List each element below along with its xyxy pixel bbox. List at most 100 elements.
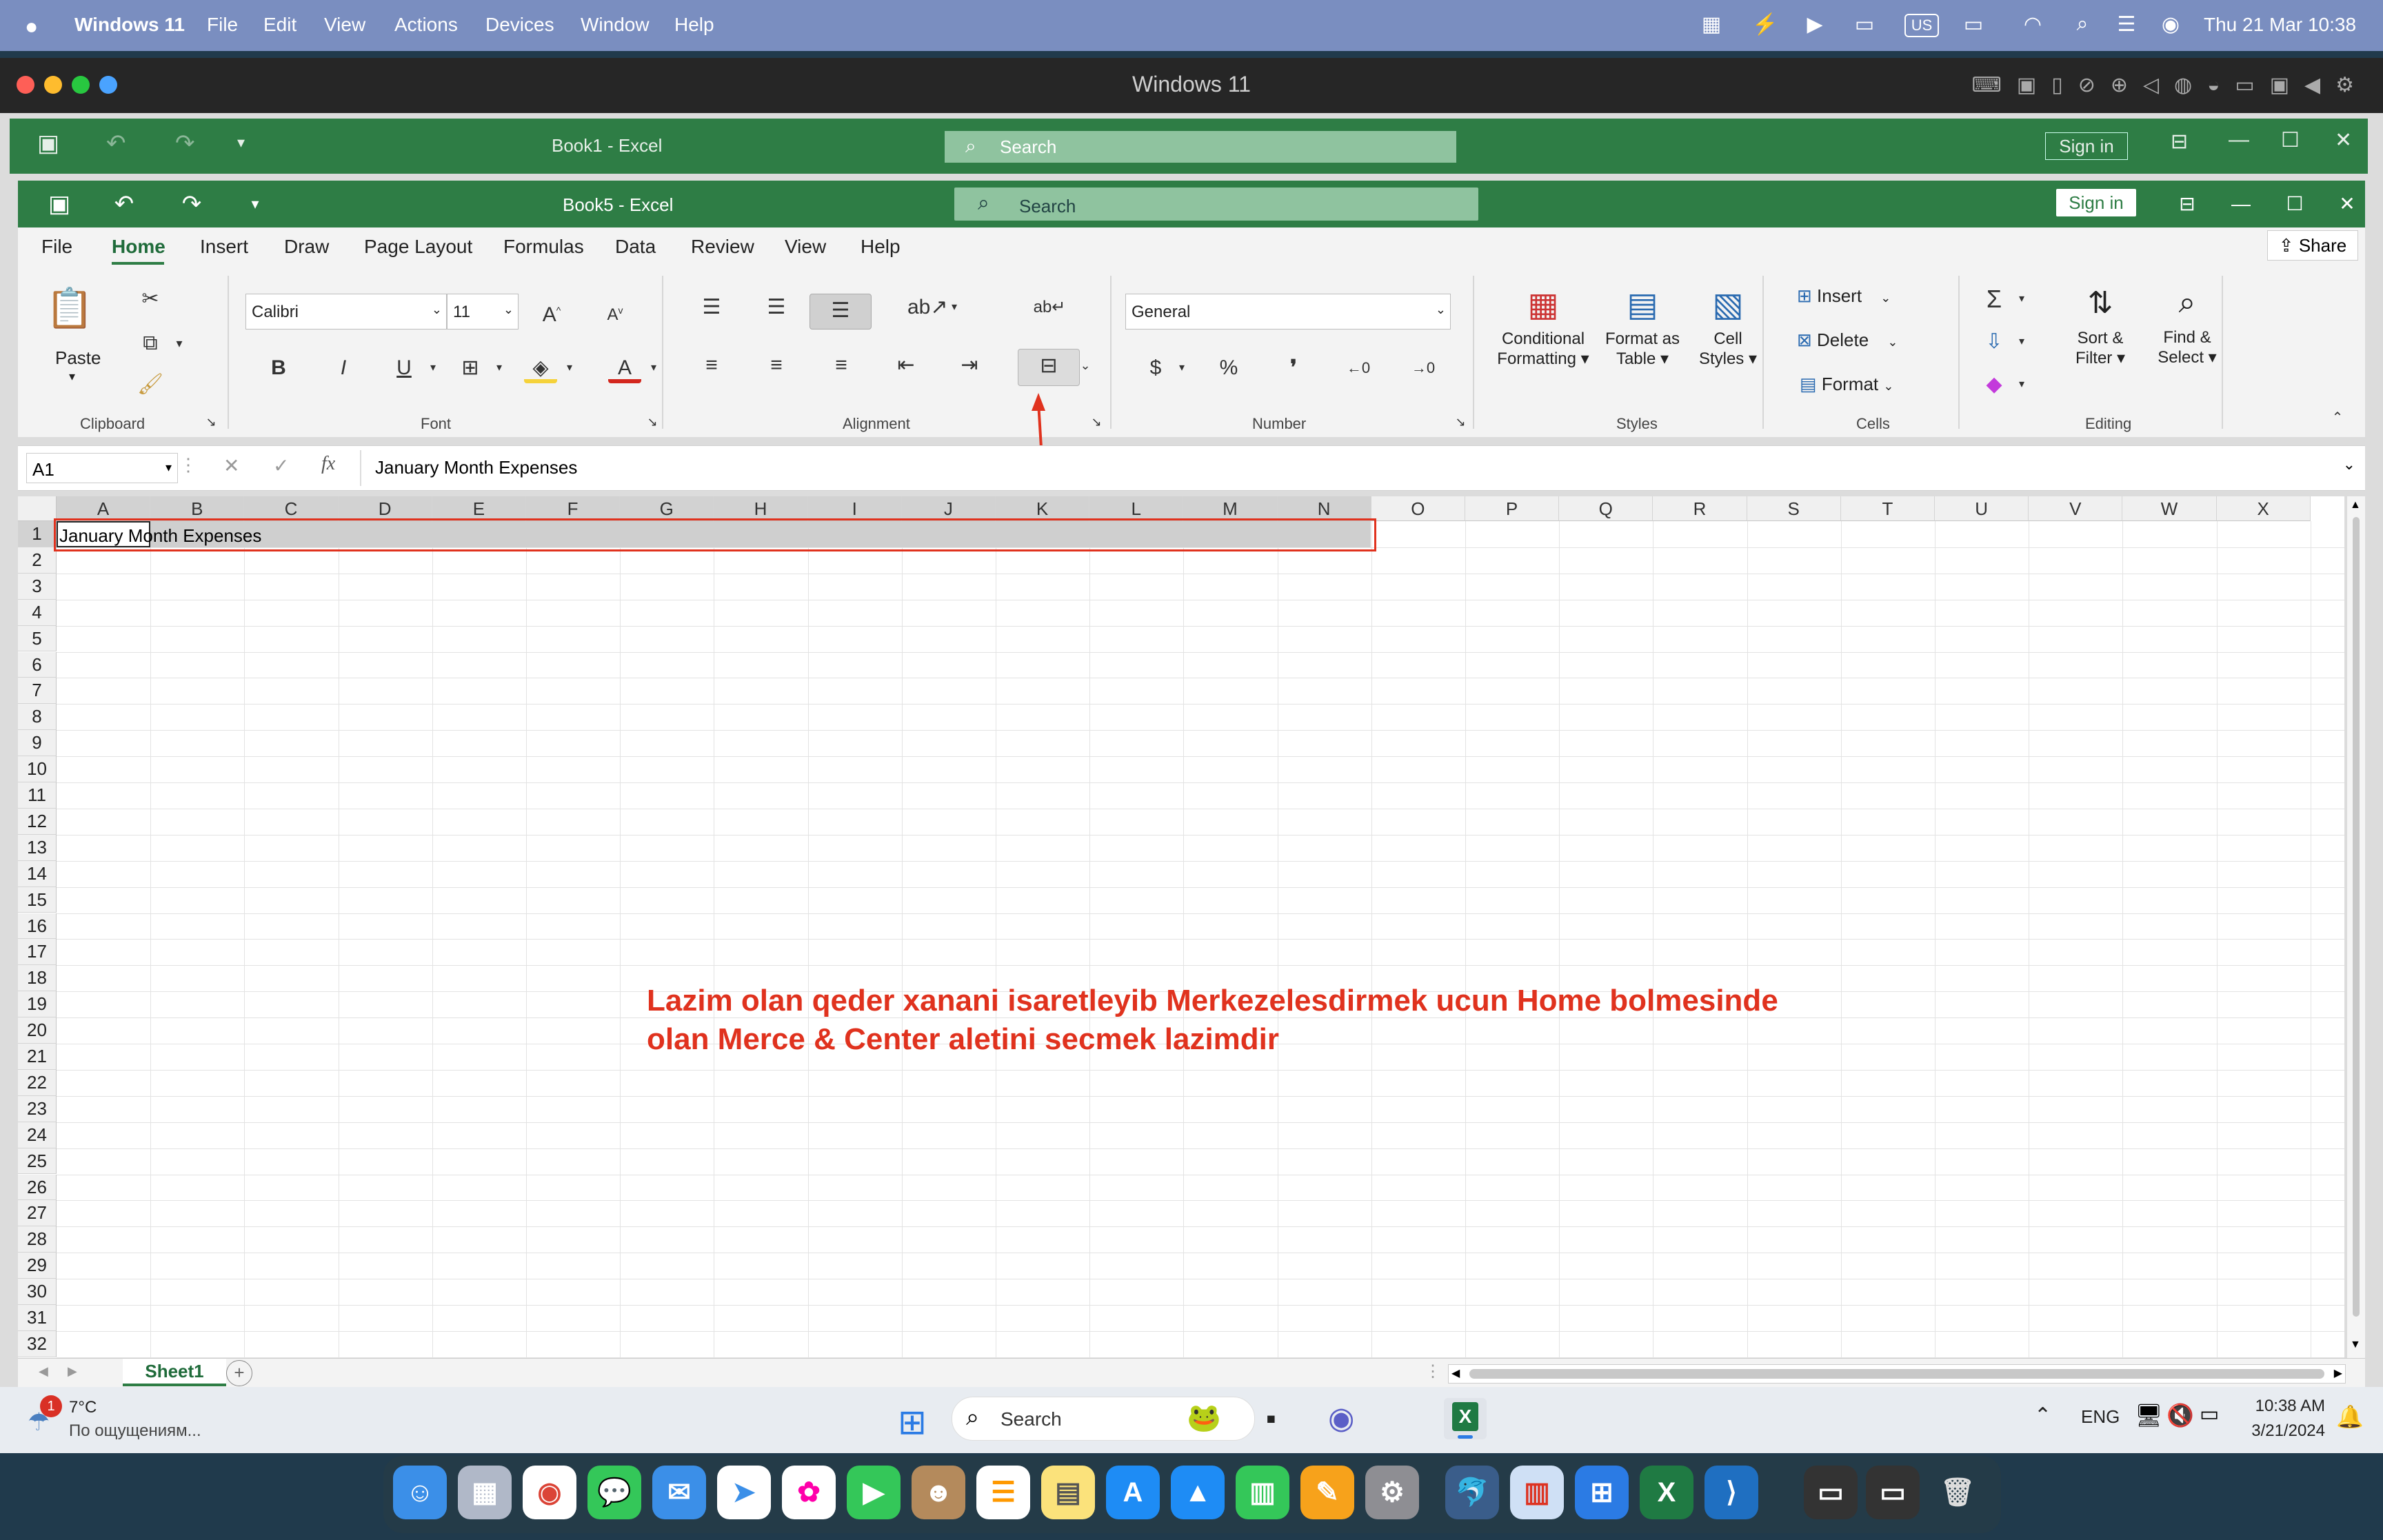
comma-button[interactable]: ❜ xyxy=(1277,352,1310,385)
tab-data[interactable]: Data xyxy=(615,236,656,258)
notes-icon[interactable]: ▤ xyxy=(1041,1466,1095,1519)
cancel-icon[interactable]: ✕ xyxy=(223,454,239,477)
back-signin-button[interactable]: Sign in xyxy=(2045,132,2128,160)
column-header-k[interactable]: K xyxy=(996,496,1090,521)
column-header-u[interactable]: U xyxy=(1935,496,2029,521)
row-header-31[interactable]: 31 xyxy=(18,1305,57,1331)
align-center-icon[interactable]: ≡ xyxy=(760,349,793,382)
scroll-right-icon[interactable]: ▶ xyxy=(2334,1366,2342,1380)
next-sheet-icon[interactable]: ▶ xyxy=(68,1364,77,1379)
parallels-toolbar-icons[interactable]: ⌨▣▯⊘⊕◁◍◒▭▣◀⚙ xyxy=(1972,73,2369,97)
row-header-17[interactable]: 17 xyxy=(18,939,57,966)
row-header-25[interactable]: 25 xyxy=(18,1148,57,1175)
messages-icon[interactable]: 💬 xyxy=(587,1466,641,1519)
column-header-i[interactable]: I xyxy=(807,496,902,521)
column-header-m[interactable]: M xyxy=(1183,496,1278,521)
column-header-d[interactable]: D xyxy=(338,496,432,521)
menu-view[interactable]: View xyxy=(324,14,365,36)
row-header-1[interactable]: 1 xyxy=(18,521,57,547)
column-header-p[interactable]: P xyxy=(1465,496,1560,521)
row-header-18[interactable]: 18 xyxy=(18,965,57,992)
increase-font-icon[interactable]: A^ xyxy=(535,294,568,327)
format-cells-button[interactable]: ▤ Format ⌄ xyxy=(1800,374,1893,395)
tab-view[interactable]: View xyxy=(785,236,826,258)
scroll-up-icon[interactable]: ▲ xyxy=(2350,499,2361,511)
row-header-5[interactable]: 5 xyxy=(18,625,57,652)
horizontal-scroll-thumb[interactable] xyxy=(1469,1369,2324,1379)
row-header-11[interactable]: 11 xyxy=(18,782,57,809)
app-store-icon[interactable]: A xyxy=(1106,1466,1160,1519)
tab-home[interactable]: Home xyxy=(112,236,165,258)
save-icon[interactable]: ▣ xyxy=(43,188,76,221)
row-header-4[interactable]: 4 xyxy=(18,599,57,626)
taskbar-date[interactable]: 3/21/2024 xyxy=(2241,1421,2325,1441)
row-header-16[interactable]: 16 xyxy=(18,913,57,940)
scroll-left-icon[interactable]: ◀ xyxy=(1451,1366,1460,1380)
windows-app-icon[interactable]: ⊞ xyxy=(1575,1466,1629,1519)
recent-window-2[interactable]: ▭ xyxy=(1866,1466,1920,1519)
column-header-c[interactable]: C xyxy=(244,496,339,521)
row-header-29[interactable]: 29 xyxy=(18,1253,57,1279)
row-header-12[interactable]: 12 xyxy=(18,808,57,835)
close-icon[interactable]: ✕ xyxy=(2335,128,2352,152)
row-header-6[interactable]: 6 xyxy=(18,651,57,678)
minimize-icon[interactable]: — xyxy=(2224,188,2258,221)
redo-icon[interactable]: ↷ xyxy=(175,188,208,221)
signin-button[interactable]: Sign in xyxy=(2056,189,2136,216)
decrease-decimal-icon[interactable]: →0 xyxy=(1407,352,1440,385)
recent-window-1[interactable]: ▭ xyxy=(1804,1466,1858,1519)
formula-input[interactable]: January Month Expenses xyxy=(375,457,577,478)
trash-icon[interactable]: 🗑 xyxy=(1931,1466,1984,1519)
row-header-7[interactable]: 7 xyxy=(18,678,57,705)
collapse-ribbon-icon[interactable]: ⌃ xyxy=(2328,408,2347,427)
underline-button[interactable]: U xyxy=(388,352,421,385)
increase-indent-icon[interactable]: ⇥ xyxy=(953,349,986,382)
weather-text[interactable]: По ощущениям... xyxy=(69,1421,201,1441)
tab-insert[interactable]: Insert xyxy=(200,236,248,258)
maximize-icon[interactable]: ☐ xyxy=(2278,188,2311,221)
windows-start-icon[interactable]: ⊞ xyxy=(898,1402,927,1442)
row-header-24[interactable]: 24 xyxy=(18,1122,57,1148)
row-header-23[interactable]: 23 xyxy=(18,1095,57,1122)
orientation-dropdown-icon[interactable]: ▾ xyxy=(938,291,971,324)
row-header-26[interactable]: 26 xyxy=(18,1174,57,1201)
facetime-icon[interactable]: ▶ xyxy=(847,1466,901,1519)
paste-label[interactable]: Paste xyxy=(55,347,101,369)
parallels-icon[interactable]: ▥ xyxy=(1510,1466,1564,1519)
expand-formula-icon[interactable]: ⌄ xyxy=(2343,456,2355,474)
mysql-workbench-icon[interactable]: 🐬 xyxy=(1445,1466,1499,1519)
row-header-22[interactable]: 22 xyxy=(18,1069,57,1096)
conditional-formatting-button[interactable]: ▦ Conditional Formatting ▾ xyxy=(1494,285,1593,409)
copy-icon[interactable]: ⧉ xyxy=(134,327,167,360)
column-header-w[interactable]: W xyxy=(2122,496,2217,521)
close-dot[interactable] xyxy=(17,76,34,94)
maximize-icon[interactable]: ☐ xyxy=(2281,128,2300,152)
italic-button[interactable]: I xyxy=(327,352,360,385)
column-header-b[interactable]: B xyxy=(150,496,245,521)
prev-sheet-icon[interactable]: ◀ xyxy=(39,1364,48,1379)
align-right-icon[interactable]: ≡ xyxy=(825,349,858,382)
system-settings-icon[interactable]: ⚙ xyxy=(1365,1466,1419,1519)
middle-align-icon[interactable]: ☰ xyxy=(760,291,793,324)
merge-dropdown-icon[interactable]: ⌄ xyxy=(1069,349,1102,382)
percent-button[interactable]: % xyxy=(1212,352,1245,385)
parallels-status-icon[interactable]: ▦ xyxy=(1698,12,1725,39)
increase-decimal-icon[interactable]: ←0 xyxy=(1342,352,1375,385)
row-header-15[interactable]: 15 xyxy=(18,886,57,913)
play-icon[interactable]: ▶ xyxy=(1801,12,1829,39)
borders-icon[interactable]: ⊞ xyxy=(454,352,487,385)
column-header-v[interactable]: V xyxy=(2029,496,2123,521)
minimize-icon[interactable]: — xyxy=(2229,128,2249,152)
add-sheet-icon[interactable]: + xyxy=(226,1360,252,1386)
language-indicator[interactable]: ENG xyxy=(2081,1406,2120,1428)
taskbar-search[interactable]: ⌕ Search 🐸 xyxy=(952,1397,1255,1441)
name-box[interactable]: A1 ▾ xyxy=(26,453,178,483)
share-button[interactable]: ⇪ Share xyxy=(2267,230,2358,261)
tab-page-layout[interactable]: Page Layout xyxy=(364,236,472,258)
weather-temp[interactable]: 7°C xyxy=(69,1398,97,1417)
vertical-scroll-thumb[interactable] xyxy=(2353,517,2360,1317)
alignment-launcher-icon[interactable]: ↘ xyxy=(1088,414,1105,430)
apple-menu-icon[interactable]: ● xyxy=(25,14,38,39)
cut-icon[interactable]: ✂ xyxy=(134,283,167,316)
vertical-scrollbar[interactable]: ▲ ▼ xyxy=(2347,496,2365,1358)
